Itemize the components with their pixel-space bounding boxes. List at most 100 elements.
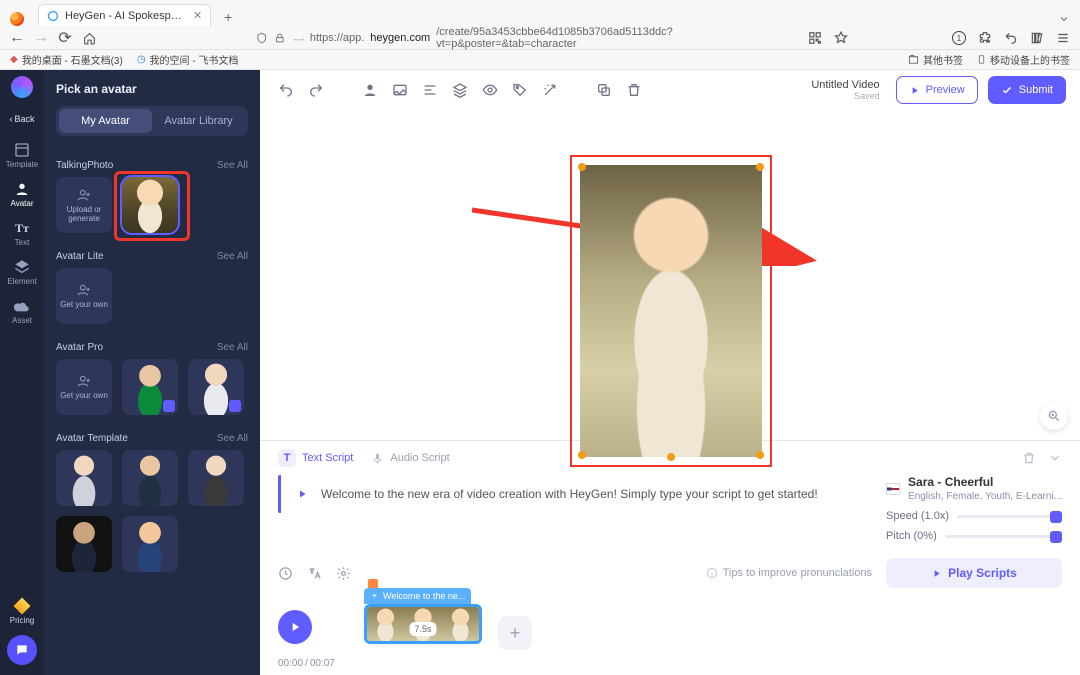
tab-text-script[interactable]: T Text Script xyxy=(278,449,353,467)
tab-my-avatar[interactable]: My Avatar xyxy=(59,109,152,133)
tab-audio-script[interactable]: Audio Script xyxy=(371,452,449,465)
slider-knob[interactable] xyxy=(1050,511,1062,523)
pronunciation-tips[interactable]: Tips to improve pronunciations xyxy=(706,567,872,579)
back-link[interactable]: ‹ Back xyxy=(9,114,34,124)
avatar-pro-thumb[interactable] xyxy=(188,359,244,415)
url-path: /create/95a3453cbbe64d1085b3706ad5113ddc… xyxy=(436,26,798,50)
forward-icon: → xyxy=(34,31,48,45)
timeline-play-button[interactable] xyxy=(278,610,312,644)
chevron-down-icon[interactable] xyxy=(1048,451,1062,465)
gear-icon[interactable] xyxy=(336,566,351,581)
browser-tab[interactable]: HeyGen - AI Spokesperson Vid ✕ xyxy=(38,4,211,26)
rail-template[interactable]: Template xyxy=(0,136,44,175)
reload-icon[interactable]: ⟳ xyxy=(58,31,72,45)
rail-pricing[interactable]: Pricing xyxy=(10,616,34,625)
undo-icon[interactable] xyxy=(278,82,294,98)
avatar-icon[interactable] xyxy=(362,82,378,98)
clock-icon[interactable] xyxy=(278,566,293,581)
bookmark-item[interactable]: ◷我的空间 - 飞书文档 xyxy=(137,52,239,67)
canvas-editor[interactable] xyxy=(260,110,1080,440)
resize-handle-tr[interactable] xyxy=(756,163,764,171)
redo-icon[interactable] xyxy=(308,82,324,98)
see-all-pro[interactable]: See All xyxy=(217,342,248,353)
talkingphoto-thumb-selected[interactable] xyxy=(122,177,178,233)
rail-asset[interactable]: Asset xyxy=(0,292,44,331)
eye-icon[interactable] xyxy=(482,82,498,98)
project-title[interactable]: Untitled Video xyxy=(811,79,879,91)
canvas-toolbar: Untitled Video Saved Preview Submit xyxy=(260,70,1080,110)
qr-icon[interactable] xyxy=(808,31,822,45)
bookmark-item[interactable]: ◆我的桌面 - 石墨文档(3) xyxy=(10,52,123,67)
play-segment-button[interactable] xyxy=(293,485,311,503)
library-icon[interactable] xyxy=(1030,31,1044,45)
rail-text[interactable]: Tᴛ Text xyxy=(0,214,44,253)
rail-avatar[interactable]: Avatar xyxy=(0,175,44,214)
see-all-tp[interactable]: See All xyxy=(217,160,248,171)
pricing-icon[interactable] xyxy=(14,598,31,615)
shield-icon xyxy=(256,32,268,44)
star-icon[interactable] xyxy=(834,31,848,45)
speed-slider[interactable]: Speed (1.0x) xyxy=(886,510,1062,522)
submit-button[interactable]: Submit xyxy=(988,76,1066,104)
layers-icon[interactable] xyxy=(452,82,468,98)
copy-icon[interactable] xyxy=(596,82,612,98)
slider-knob[interactable] xyxy=(1050,531,1062,543)
resize-handle-tl[interactable] xyxy=(578,163,586,171)
avatar-template-thumb[interactable] xyxy=(122,450,178,506)
see-all-template[interactable]: See All xyxy=(217,433,248,444)
avatar-pro-thumb[interactable] xyxy=(122,359,178,415)
pitch-slider[interactable]: Pitch (0%) xyxy=(886,530,1062,542)
save-status: Saved xyxy=(811,91,879,101)
resize-handle-mb[interactable] xyxy=(667,453,675,461)
back-icon[interactable]: ← xyxy=(10,31,24,45)
tabs-overflow-icon[interactable]: ⌄ xyxy=(1056,6,1072,26)
stage: Untitled Video Saved Preview Submit xyxy=(260,70,1080,675)
timecode: 00:00/00:07 xyxy=(260,658,1080,675)
see-all-lite[interactable]: See All xyxy=(217,251,248,262)
canvas-image xyxy=(580,165,762,457)
align-icon[interactable] xyxy=(422,82,438,98)
get-your-own-pro[interactable]: Get your own xyxy=(56,359,112,415)
scene-icon[interactable] xyxy=(392,82,408,98)
account-badge[interactable]: 1 xyxy=(952,31,966,45)
script-textbox[interactable]: Welcome to the new era of video creation… xyxy=(278,475,872,513)
selected-canvas-element[interactable] xyxy=(570,155,772,467)
close-tab-icon[interactable]: ✕ xyxy=(193,9,202,22)
chat-fab[interactable] xyxy=(7,635,37,665)
history-back-icon[interactable] xyxy=(1004,31,1018,45)
app-logo[interactable] xyxy=(11,76,33,98)
preview-button[interactable]: Preview xyxy=(896,76,978,104)
trash-icon[interactable] xyxy=(626,82,642,98)
clip-label: Welcome to the ne... xyxy=(364,588,471,604)
zoom-icon xyxy=(1047,409,1061,423)
timeline-clip[interactable]: Welcome to the ne... 7.5s xyxy=(364,600,482,654)
avatar-template-thumb[interactable] xyxy=(188,450,244,506)
add-scene-button[interactable]: + xyxy=(498,616,532,650)
address-bar[interactable]: ᠁ https://app.heygen.com/create/95a3453c… xyxy=(106,26,798,50)
voice-desc: English, Female, Youth, E-Learni... xyxy=(908,491,1062,502)
tab-avatar-library[interactable]: Avatar Library xyxy=(152,109,245,133)
magic-icon[interactable] xyxy=(542,82,558,98)
home-icon[interactable] xyxy=(82,31,96,45)
resize-handle-bl[interactable] xyxy=(578,451,586,459)
avatar-template-thumb[interactable] xyxy=(56,516,112,572)
menu-icon[interactable] xyxy=(1056,31,1070,45)
trash-icon[interactable] xyxy=(1022,451,1036,465)
tag-icon[interactable] xyxy=(512,82,528,98)
flag-us-icon xyxy=(886,483,900,495)
translate-icon[interactable] xyxy=(307,566,322,581)
upload-talkingphoto-card[interactable]: Upload or generate xyxy=(56,177,112,233)
avatar-template-thumb[interactable] xyxy=(56,450,112,506)
new-tab-button[interactable]: + xyxy=(219,8,237,26)
avatar-template-thumb[interactable] xyxy=(122,516,178,572)
play-scripts-button[interactable]: Play Scripts xyxy=(886,558,1062,588)
bookmark-other[interactable]: 其他书签 xyxy=(908,52,963,67)
extensions-icon[interactable] xyxy=(978,31,992,45)
get-your-own-lite[interactable]: Get your own xyxy=(56,268,112,324)
resize-handle-br[interactable] xyxy=(756,451,764,459)
zoom-button[interactable] xyxy=(1040,402,1068,430)
permissions-icon[interactable]: ᠁ xyxy=(291,29,304,48)
rail-element[interactable]: Element xyxy=(0,253,44,292)
bookmark-mobile[interactable]: 移动设备上的书签 xyxy=(977,52,1070,67)
voice-selector[interactable]: Sara - Cheerful English, Female, Youth, … xyxy=(886,475,1062,502)
